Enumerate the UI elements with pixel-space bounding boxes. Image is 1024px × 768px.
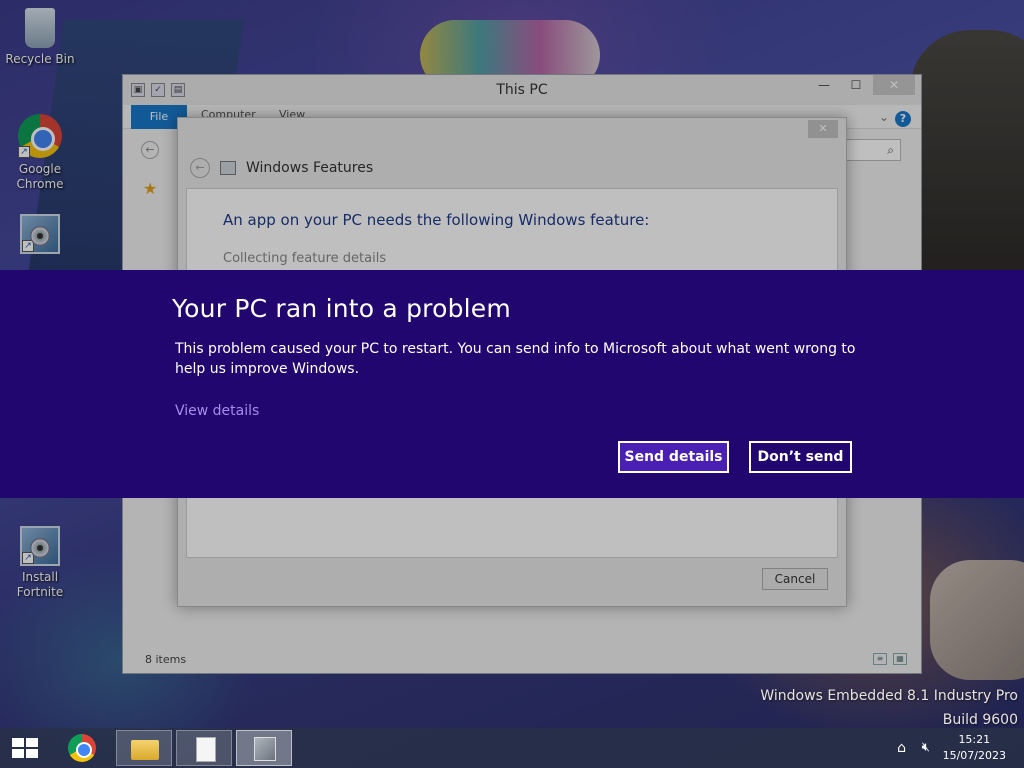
dont-send-button[interactable]: Don’t send xyxy=(749,441,852,473)
recycle-bin-icon xyxy=(25,8,55,48)
dialog-title: Windows Features xyxy=(246,160,374,176)
chrome-icon xyxy=(68,734,96,762)
explorer-title: This PC xyxy=(496,82,548,98)
large-icons-view-icon[interactable]: ▦ xyxy=(893,653,907,665)
send-details-button[interactable]: Send details xyxy=(618,441,729,473)
clock[interactable]: 15:21 15/07/2023 xyxy=(943,732,1006,764)
taskbar-chrome[interactable] xyxy=(54,730,110,766)
error-banner: Your PC ran into a problem This problem … xyxy=(0,270,1024,498)
desktop-icon-install-fortnite[interactable]: ↗ Install Fortnite xyxy=(0,526,80,600)
windows-logo-icon xyxy=(12,738,38,758)
back-arrow-icon[interactable]: ← xyxy=(141,141,159,159)
installer-icon: ↗ xyxy=(20,526,60,566)
dialog-message: An app on your PC needs the following Wi… xyxy=(223,211,650,229)
view-details-link[interactable]: View details xyxy=(175,403,259,419)
close-button[interactable]: ✕ xyxy=(873,75,915,95)
taskbar-document[interactable] xyxy=(176,730,232,766)
help-icon[interactable]: ? xyxy=(895,111,911,127)
favorites-star-icon[interactable]: ★ xyxy=(143,179,157,198)
taskbar-setup[interactable] xyxy=(236,730,292,766)
clock-date: 15/07/2023 xyxy=(942,749,1006,762)
status-bar: 8 items ≡ ▦ xyxy=(123,645,921,673)
wallpaper-character-shape xyxy=(910,30,1024,280)
details-view-icon[interactable]: ≡ xyxy=(873,653,887,665)
back-arrow-icon[interactable]: ← xyxy=(190,158,210,178)
windows-features-icon xyxy=(220,161,236,175)
dialog-close-button[interactable]: ✕ xyxy=(808,120,838,138)
minimize-button[interactable]: — xyxy=(809,75,839,95)
clock-time: 15:21 xyxy=(958,733,991,746)
folder-icon xyxy=(131,740,159,760)
maximize-button[interactable]: ☐ xyxy=(841,75,871,95)
document-icon xyxy=(196,737,216,762)
desktop-icon-label: Google Chrome xyxy=(16,162,64,191)
dialog-status: Collecting feature details xyxy=(223,251,387,266)
search-icon: ⌕ xyxy=(887,143,894,157)
watermark-edition: Windows Embedded 8.1 Industry Pro xyxy=(760,688,1018,704)
desktop-icon-installer-partial[interactable]: ↗ xyxy=(0,214,80,258)
desktop-icon-label: Recycle Bin xyxy=(5,52,75,66)
windows-watermark: Windows Embedded 8.1 Industry Pro Build … xyxy=(760,684,1018,732)
taskbar-file-explorer[interactable] xyxy=(116,730,172,766)
setup-icon xyxy=(254,737,276,761)
view-switcher: ≡ ▦ xyxy=(873,653,907,665)
chrome-icon: ↗ xyxy=(18,114,62,158)
cancel-button[interactable]: Cancel xyxy=(762,568,828,590)
taskbar: ⌂ 🔇︎ 15:21 15/07/2023 xyxy=(0,728,1024,768)
network-icon[interactable]: ⌂ xyxy=(897,740,906,756)
desktop-icon-google-chrome[interactable]: ↗ Google Chrome xyxy=(0,114,80,192)
start-button[interactable] xyxy=(0,730,50,766)
item-count: 8 items xyxy=(145,653,187,666)
shortcut-arrow-icon: ↗ xyxy=(22,552,34,564)
installer-icon: ↗ xyxy=(20,214,60,254)
dialog-header: ← Windows Features xyxy=(190,158,373,178)
volume-muted-icon[interactable]: 🔇︎ xyxy=(922,740,930,755)
explorer-titlebar[interactable]: ▣ ✓ ▤ This PC — ☐ ✕ xyxy=(123,75,921,105)
navigation-pane: ★ xyxy=(143,179,157,198)
error-message: This problem caused your PC to restart. … xyxy=(175,341,856,377)
shortcut-arrow-icon: ↗ xyxy=(18,146,30,158)
wallpaper-glove-shape xyxy=(930,560,1024,680)
error-headline: Your PC ran into a problem xyxy=(172,294,511,323)
desktop-icon-recycle-bin[interactable]: Recycle Bin xyxy=(0,8,80,67)
desktop-icon-label: Install Fortnite xyxy=(16,570,64,599)
search-input[interactable]: ⌕ xyxy=(843,139,901,161)
shortcut-arrow-icon: ↗ xyxy=(22,240,34,252)
chevron-down-icon[interactable]: ⌄ xyxy=(879,110,889,124)
